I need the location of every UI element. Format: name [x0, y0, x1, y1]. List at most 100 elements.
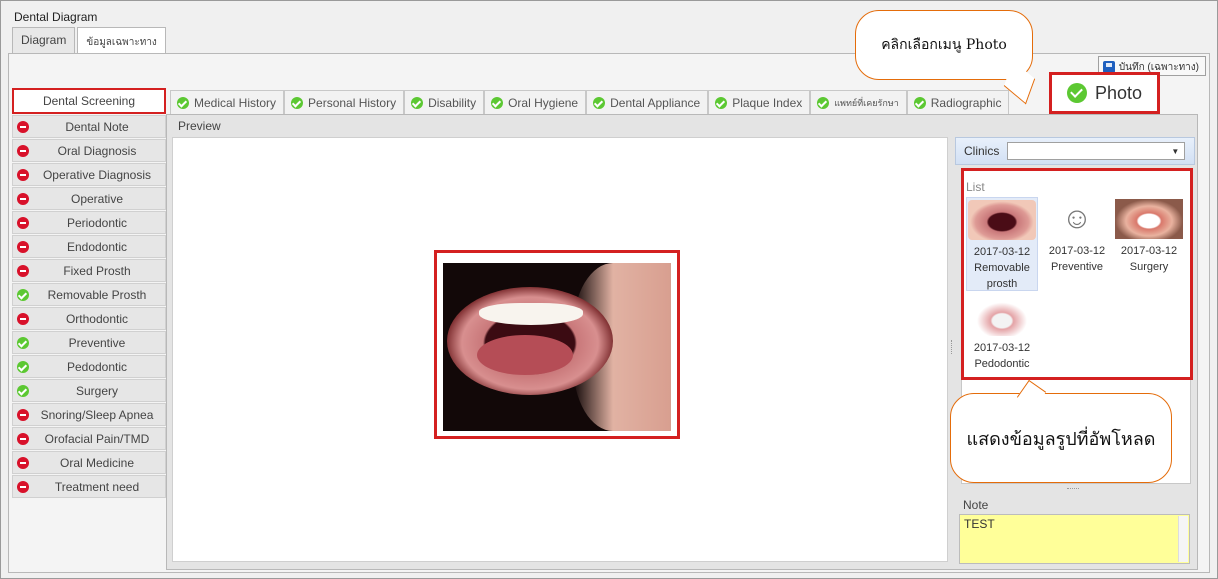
menu-item-label: Treatment need [54, 479, 140, 494]
incomplete-status-icon [17, 264, 29, 277]
menu-item-label: Fixed Prosth [63, 263, 131, 278]
tab-label: Personal History [308, 95, 397, 110]
tab-label: Radiographic [930, 95, 1002, 110]
note-scrollbar[interactable] [1178, 516, 1188, 562]
resize-grip[interactable] [1067, 488, 1079, 490]
menu-item-removable-prosth[interactable]: Removable Prosth [12, 283, 166, 306]
complete-status-icon [17, 360, 29, 373]
complete-status-icon [17, 384, 29, 397]
preview-photo [443, 263, 671, 431]
incomplete-status-icon [17, 432, 29, 445]
complete-status-icon [715, 96, 728, 109]
tab-previous-dentist[interactable]: แพทย์ที่เคยรักษา [810, 90, 907, 114]
tab-label: Plaque Index [732, 95, 803, 110]
tab-disability[interactable]: Disability [404, 90, 485, 114]
tab-personal-history[interactable]: Personal History [284, 90, 405, 114]
preview-photo-highlight [434, 250, 680, 439]
callout-select-photo: คลิกเลือกเมนู Photo [855, 10, 1033, 80]
panel-splitter[interactable] [951, 340, 953, 354]
menu-item-endodontic[interactable]: Endodontic [12, 235, 166, 258]
menu-item-surgery[interactable]: Surgery [12, 379, 166, 402]
incomplete-status-icon [17, 456, 29, 469]
menu-item-label: Orthodontic [65, 311, 129, 326]
tab-label: Disability [428, 95, 477, 110]
menu-item-oral-medicine[interactable]: Oral Medicine [12, 451, 166, 474]
incomplete-status-icon [17, 312, 29, 325]
menu-item-dental-note[interactable]: Dental Note [12, 115, 166, 138]
menu-item-label: Orofacial Pain/TMD [44, 431, 150, 446]
incomplete-status-icon [17, 192, 29, 205]
tab-radiographic[interactable]: Radiographic [906, 90, 1010, 114]
tab-label: Photo [1094, 82, 1143, 103]
incomplete-status-icon [17, 144, 29, 157]
complete-status-icon [17, 288, 29, 301]
complete-status-icon [491, 96, 504, 109]
incomplete-status-icon [17, 120, 29, 133]
incomplete-status-icon [17, 240, 29, 253]
note-label: Note [963, 498, 989, 512]
complete-status-icon [1066, 83, 1087, 103]
menu-item-oral-diagnosis[interactable]: Oral Diagnosis [12, 139, 166, 162]
tab-plaque-index[interactable]: Plaque Index [708, 90, 811, 114]
complete-status-icon [177, 96, 189, 109]
incomplete-status-icon [17, 168, 29, 181]
menu-item-preventive[interactable]: Preventive [12, 331, 166, 354]
tab-diagram[interactable]: Diagram [12, 27, 76, 53]
menu-item-periodontic[interactable]: Periodontic [12, 211, 166, 234]
tab-dental-appliance[interactable]: Dental Appliance [586, 90, 709, 114]
menu-item-label: Removable Prosth [47, 287, 147, 302]
menu-item-label: Oral Medicine [59, 455, 135, 470]
tab-oral-hygiene[interactable]: Oral Hygiene [484, 90, 587, 114]
note-value: TEST [964, 517, 995, 531]
complete-status-icon [291, 96, 304, 109]
tab-medical-history[interactable]: Medical History [170, 90, 285, 114]
complete-status-icon [817, 96, 830, 109]
menu-item-operative[interactable]: Operative [12, 187, 166, 210]
menu-item-pedodontic[interactable]: Pedodontic [12, 355, 166, 378]
menu-item-treatment-need[interactable]: Treatment need [12, 475, 166, 498]
tab-specialty-data[interactable]: ข้อมูลเฉพาะทาง [77, 27, 166, 54]
photo-list-highlight [961, 168, 1193, 380]
complete-status-icon [17, 336, 29, 349]
complete-status-icon [593, 96, 606, 109]
menu-item-operative-diagnosis[interactable]: Operative Diagnosis [12, 163, 166, 186]
tab-photo[interactable]: Photo [1049, 72, 1160, 114]
menu-item-label: Operative Diagnosis [42, 167, 152, 182]
top-tab-bar: Diagram ข้อมูลเฉพาะทาง [12, 27, 168, 54]
tab-label: Medical History [194, 95, 277, 110]
specialty-menu: Dental Screening Dental Note Oral Diagno… [12, 88, 166, 499]
note-textarea[interactable]: TEST [959, 514, 1190, 564]
menu-item-fixed-prosth[interactable]: Fixed Prosth [12, 259, 166, 282]
menu-item-label: Snoring/Sleep Apnea [40, 407, 154, 422]
menu-item-orthodontic[interactable]: Orthodontic [12, 307, 166, 330]
complete-status-icon [913, 96, 926, 109]
callout-uploaded-photos: แสดงข้อมูลรูปที่อัพโหลด [950, 393, 1172, 483]
photo-teeth [479, 303, 583, 325]
menu-item-label: Dental Note [65, 119, 129, 134]
menu-item-label: Periodontic [66, 215, 128, 230]
menu-item-label: Endodontic [66, 239, 128, 254]
preview-label: Preview [178, 119, 221, 133]
chevron-down-icon: ▼ [1171, 147, 1180, 156]
incomplete-status-icon [17, 216, 29, 229]
menu-item-label: Preventive [68, 335, 126, 350]
clinics-label: Clinics [964, 144, 1000, 158]
menu-item-label: Surgery [75, 383, 119, 398]
menu-item-label: Dental Screening [42, 94, 136, 108]
incomplete-status-icon [17, 480, 29, 493]
clinics-dropdown[interactable]: ▼ [1007, 142, 1186, 160]
callout-text: แสดงข้อมูลรูปที่อัพโหลด [966, 428, 1156, 450]
screening-tab-bar: Medical History Personal History Disabil… [170, 90, 1010, 114]
callout-text: คลิกเลือกเมนู Photo [881, 37, 1007, 53]
menu-item-orofacial-pain[interactable]: Orofacial Pain/TMD [12, 427, 166, 450]
photo-tongue [477, 335, 573, 375]
tab-label: แพทย์ที่เคยรักษา [834, 97, 899, 108]
tab-label: Dental Appliance [610, 95, 701, 110]
window-title: Dental Diagram [14, 10, 98, 24]
complete-status-icon [411, 96, 424, 109]
menu-item-label: Pedodontic [66, 359, 128, 374]
menu-item-snoring-sleep-apnea[interactable]: Snoring/Sleep Apnea [12, 403, 166, 426]
incomplete-status-icon [17, 408, 29, 421]
menu-item-dental-screening[interactable]: Dental Screening [12, 88, 166, 114]
menu-item-label: Operative [70, 191, 124, 206]
